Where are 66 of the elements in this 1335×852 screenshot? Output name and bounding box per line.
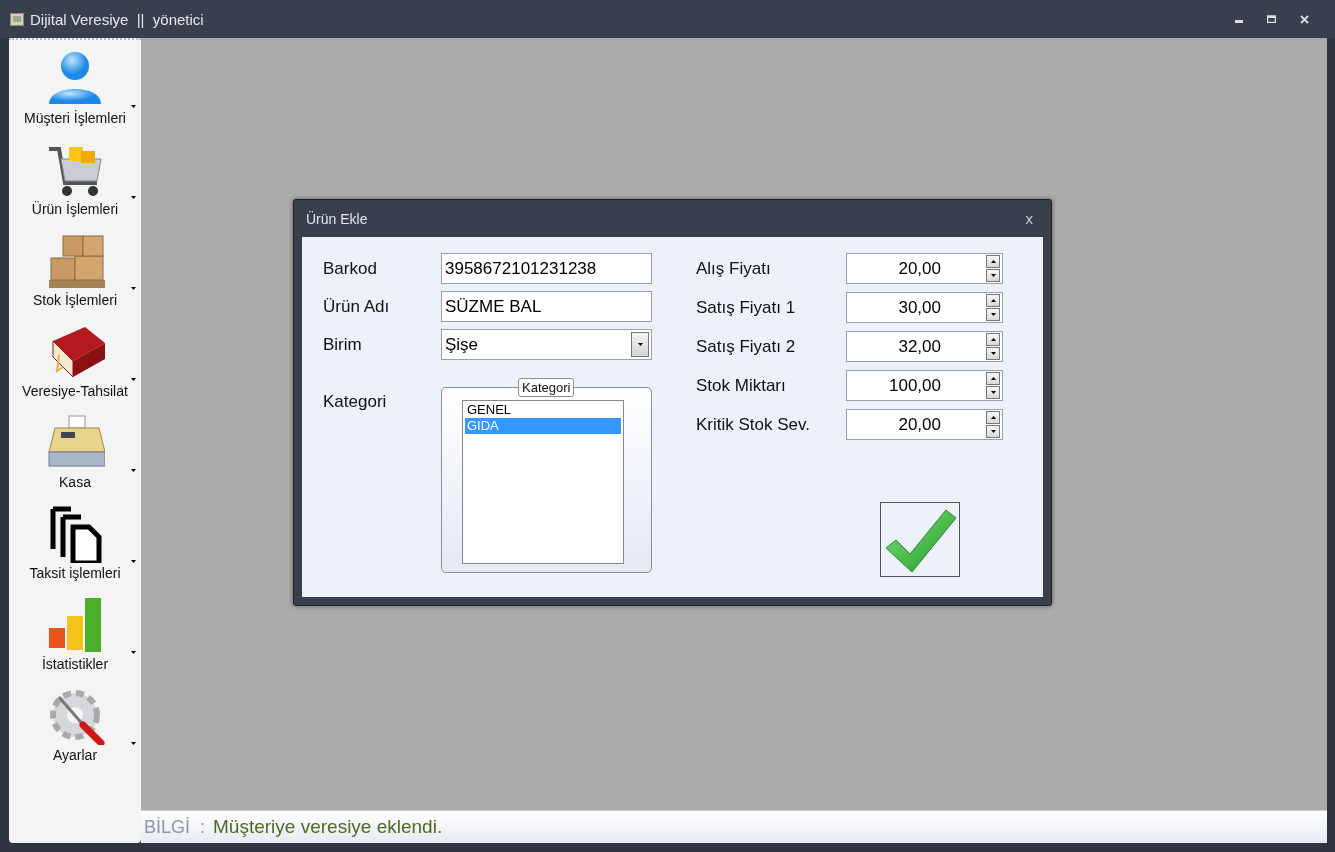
sidebar-item[interactable]: Müşteri İşlemleri <box>9 48 141 139</box>
down-arrow-icon <box>990 391 996 394</box>
dropdown-caret-icon <box>131 378 136 381</box>
field-label: Stok Miktarı <box>696 375 787 396</box>
sidebar-item[interactable]: Stok İşlemleri <box>9 230 141 321</box>
sidebar-item[interactable]: Veresiye-Tahsilat <box>9 321 141 412</box>
number-spinner[interactable]: 100,00 <box>846 370 1003 401</box>
sidebar-item[interactable]: Kasa <box>9 412 141 503</box>
spin-up-button[interactable] <box>986 372 1000 385</box>
dropdown-caret-icon <box>131 469 136 472</box>
close-icon[interactable] <box>1300 14 1309 24</box>
field-label: Barkod <box>323 258 378 279</box>
dropdown-field[interactable]: Şişe <box>441 329 652 360</box>
spin-up-button[interactable] <box>986 411 1000 424</box>
down-arrow-icon <box>990 274 996 277</box>
dialog-close-button[interactable]: x <box>1019 210 1039 227</box>
text-field[interactable]: 3958672101231238 <box>441 253 652 284</box>
down-arrow-icon <box>990 313 996 316</box>
window-title: Dijital Veresiye || yönetici <box>30 10 205 28</box>
text-field[interactable]: SÜZME BAL <box>441 291 652 322</box>
app-icon <box>10 12 24 26</box>
spin-down-button[interactable] <box>986 425 1000 438</box>
sidebar-item[interactable]: İstatistikler <box>9 594 141 685</box>
number-spinner[interactable]: 32,00 <box>846 331 1003 362</box>
status-label: BİLGİ : <box>143 816 206 838</box>
dropdown-caret-icon <box>131 105 136 108</box>
down-arrow-icon <box>990 352 996 355</box>
field-label: Kategori <box>323 392 388 412</box>
field-label: Ürün Adı <box>323 296 391 317</box>
up-arrow-icon <box>990 260 996 263</box>
up-arrow-icon <box>990 416 996 419</box>
sidebar-item[interactable]: Taksit işlemleri <box>9 503 141 594</box>
confirm-button[interactable] <box>880 502 960 577</box>
dropdown-caret-icon <box>131 196 136 199</box>
spin-down-button[interactable] <box>986 308 1000 321</box>
spin-down-button[interactable] <box>986 386 1000 399</box>
spin-up-button[interactable] <box>986 294 1000 307</box>
status-message: Müşteriye veresiye eklendi. <box>213 816 443 838</box>
up-arrow-icon <box>990 338 996 341</box>
field-label: Kritik Stok Sev. <box>696 414 811 435</box>
group-title: Kategori <box>518 378 575 397</box>
dropdown-caret-icon <box>131 651 136 654</box>
down-arrow-icon <box>990 430 996 433</box>
spin-up-button[interactable] <box>986 255 1000 268</box>
caret-icon <box>637 343 643 346</box>
list-item[interactable]: GENEL <box>465 402 621 418</box>
dropdown-caret-icon <box>131 287 136 290</box>
field-label: Satış Fiyatı 2 <box>696 336 797 357</box>
up-arrow-icon <box>990 299 996 302</box>
number-spinner[interactable]: 20,00 <box>846 253 1003 284</box>
field-label: Alış Fiyatı <box>696 258 772 279</box>
field-label: Birim <box>323 334 363 355</box>
sidebar-item[interactable]: Ürün İşlemleri <box>9 139 141 230</box>
spin-up-button[interactable] <box>986 333 1000 346</box>
up-arrow-icon <box>990 377 996 380</box>
number-spinner[interactable]: 20,00 <box>846 409 1003 440</box>
sidebar-item[interactable]: Ayarlar <box>9 685 141 776</box>
dropdown-caret-icon <box>131 742 136 745</box>
dropdown-caret-icon <box>131 560 136 563</box>
spin-down-button[interactable] <box>986 269 1000 282</box>
dialog-title: Ürün Ekle <box>306 210 369 227</box>
number-spinner[interactable]: 30,00 <box>846 292 1003 323</box>
category-list[interactable]: GENEL GIDA <box>462 400 624 564</box>
spin-down-button[interactable] <box>986 347 1000 360</box>
maximize-icon[interactable] <box>1267 14 1276 23</box>
field-label: Satış Fiyatı 1 <box>696 297 797 318</box>
